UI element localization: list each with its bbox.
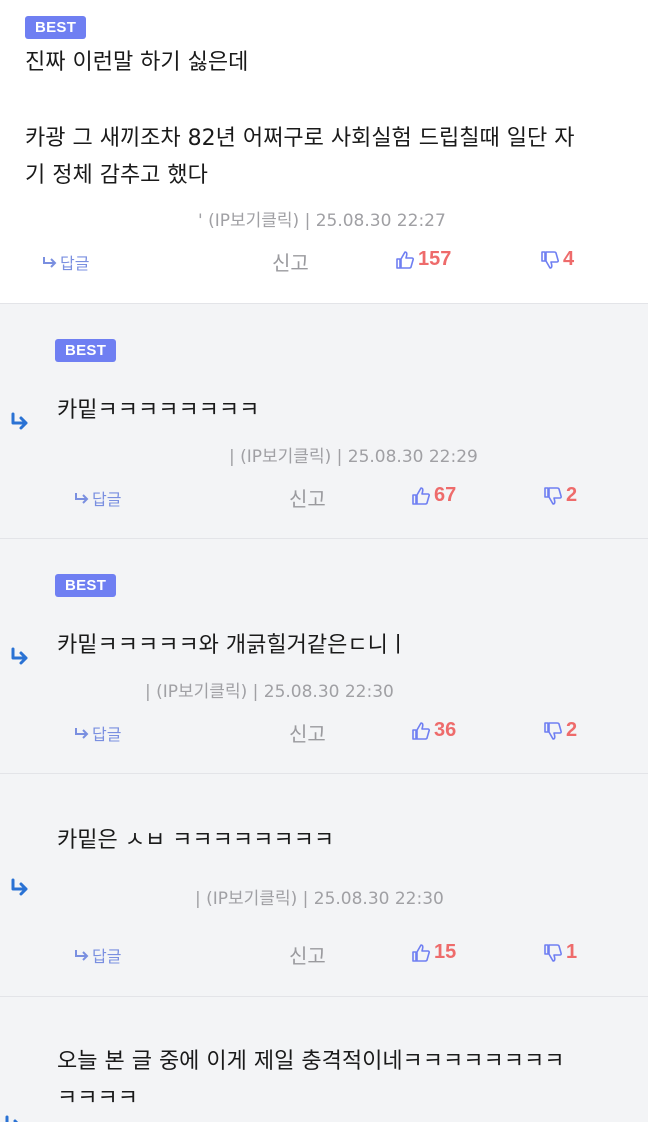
thumbs-up-icon [396, 250, 414, 269]
reply-arrow-icon [11, 412, 28, 430]
comment-meta[interactable]: | (IP보기클릭) | 25.08.30 22:30 [195, 884, 444, 909]
upvote-count: 15 [434, 941, 457, 963]
reply-small-icon [75, 728, 89, 739]
comment-meta[interactable]: | (IP보기클릭) | 25.08.30 22:30 [145, 677, 394, 702]
downvote-button[interactable]: 1 [543, 941, 577, 964]
upvote-button[interactable]: 15 [411, 941, 456, 964]
reply-button[interactable]: 답글 [74, 943, 121, 967]
reply-label: 답글 [92, 725, 122, 744]
downvote-button[interactable]: 4 [540, 248, 574, 271]
reply-label: 답글 [60, 254, 90, 273]
reply-arrow-icon [11, 878, 28, 896]
upvote-count: 67 [434, 484, 457, 506]
report-button[interactable]: 신고 [272, 247, 309, 276]
reply-comment-item: BEST 카밑ㅋㅋㅋㅋㅋㅋㅋㅋ | (IP보기클릭) | 25.08.30 22… [0, 303, 648, 538]
downvote-count: 4 [563, 248, 575, 270]
reply-small-icon [75, 493, 89, 504]
comment-actions: 답글 신고 67 2 [0, 482, 648, 512]
reply-button[interactable]: 답글 [74, 721, 121, 745]
report-button[interactable]: 신고 [289, 483, 326, 512]
reply-arrow-icon [11, 647, 28, 665]
upvote-button[interactable]: 67 [411, 484, 456, 507]
downvote-button[interactable]: 2 [543, 719, 577, 742]
report-button[interactable]: 신고 [289, 940, 326, 969]
comment-text-line: ㅋㅋㅋㅋ [57, 1086, 138, 1111]
reply-label: 답글 [92, 947, 122, 966]
reply-small-icon [75, 950, 89, 961]
reply-comment-item: 오늘 본 글 중에 이게 제일 충격적이네ㅋㅋㅋㅋㅋㅋㅋㅋ ㅋㅋㅋㅋ [0, 996, 648, 1122]
comment-text-line: 카밑ㅋㅋㅋㅋㅋㅋㅋㅋ [57, 398, 260, 423]
comment-text-line: 카밑ㅋㅋㅋㅋㅋ와 개긁힐거같은ㄷ니ㅣ [57, 633, 409, 658]
upvote-button[interactable]: 157 [395, 248, 451, 271]
comment-text-line: 진짜 이런말 하기 싫은데 [25, 50, 249, 75]
comment-actions: 답글 신고 15 1 [0, 939, 648, 969]
thumbs-down-icon [544, 486, 562, 505]
comment-actions: 답글 신고 157 4 [0, 246, 648, 276]
reply-comment-item: BEST 카밑ㅋㅋㅋㅋㅋ와 개긁힐거같은ㄷ니ㅣ | (IP보기클릭) | 25.… [0, 538, 648, 773]
thumbs-up-icon [412, 486, 430, 505]
comment-text-line: 기 정체 감추고 했다 [25, 163, 208, 188]
reply-button[interactable]: 답글 [42, 250, 89, 274]
reply-small-icon [43, 257, 57, 268]
comment-text-line: 오늘 본 글 중에 이게 제일 충격적이네ㅋㅋㅋㅋㅋㅋㅋㅋ [57, 1049, 565, 1074]
comment-text-line: 카광 그 새끼조차 82년 어쩌구로 사회실험 드립칠때 일단 자 [25, 126, 575, 151]
comment-actions: 답글 신고 36 2 [0, 717, 648, 747]
best-badge: BEST [55, 574, 117, 597]
reply-comment-item: 카밑은 ㅅㅂ ㅋㅋㅋㅋㅋㅋㅋㅋ | (IP보기클릭) | 25.08.30 22… [0, 773, 648, 996]
reply-button[interactable]: 답글 [74, 486, 121, 510]
downvote-count: 2 [566, 484, 578, 506]
thumbs-down-icon [541, 250, 559, 269]
thumbs-down-icon [544, 943, 562, 962]
best-badge: BEST [55, 339, 117, 362]
comment-item: BEST 진짜 이런말 하기 싫은데 카광 그 새끼조차 82년 어쩌구로 사회… [0, 0, 648, 303]
upvote-count: 36 [434, 719, 457, 741]
thumbs-up-icon [412, 943, 430, 962]
reply-arrow-icon [5, 1115, 19, 1122]
downvote-button[interactable]: 2 [543, 484, 577, 507]
upvote-button[interactable]: 36 [411, 719, 456, 742]
report-button[interactable]: 신고 [289, 718, 326, 747]
thumbs-down-icon [544, 721, 562, 740]
comment-meta[interactable]: ' (IP보기클릭) | 25.08.30 22:27 [198, 206, 446, 231]
downvote-count: 1 [566, 941, 578, 963]
thumbs-up-icon [412, 721, 430, 740]
upvote-count: 157 [418, 248, 452, 270]
reply-label: 답글 [92, 490, 122, 509]
downvote-count: 2 [566, 719, 578, 741]
best-badge: BEST [25, 16, 87, 39]
comment-text-line: 카밑은 ㅅㅂ ㅋㅋㅋㅋㅋㅋㅋㅋ [57, 828, 335, 853]
comment-meta[interactable]: | (IP보기클릭) | 25.08.30 22:29 [229, 442, 478, 467]
